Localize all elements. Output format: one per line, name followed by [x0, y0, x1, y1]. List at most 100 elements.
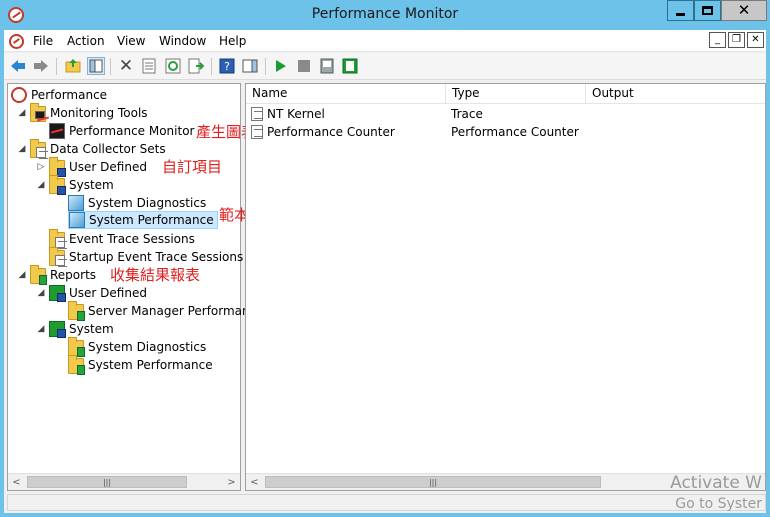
- menu-action[interactable]: Action: [67, 34, 105, 48]
- user-badge-icon: [57, 293, 66, 302]
- collapse-arrow-icon[interactable]: ◢: [36, 288, 46, 298]
- scroll-left-arrow-icon[interactable]: <: [8, 474, 25, 490]
- report-folder-icon: [68, 337, 85, 357]
- performance-counter-icon: [251, 125, 263, 139]
- user-defined-report-icon: [49, 285, 66, 302]
- data-collector-sets-icon: [30, 139, 48, 159]
- tree-item-system-performance[interactable]: System Performance: [68, 211, 218, 229]
- mdi-minimize-button[interactable]: _: [709, 32, 726, 48]
- back-arrow-icon: [11, 60, 25, 72]
- data-collector-set-icon: [68, 195, 84, 211]
- refresh-icon: [165, 58, 181, 74]
- tree-item-data-collector-sets[interactable]: Data Collector Sets: [30, 139, 166, 159]
- minimize-button[interactable]: [667, 0, 694, 21]
- tree-item-system[interactable]: System: [49, 175, 114, 195]
- list-item[interactable]: NT Kernel Trace: [251, 105, 761, 123]
- system-badge-icon: [57, 329, 66, 338]
- tree-item-monitoring-tools[interactable]: Monitoring Tools: [30, 103, 148, 122]
- reports-folder-icon: [30, 265, 47, 285]
- up-folder-button[interactable]: [64, 57, 82, 75]
- collapse-arrow-icon[interactable]: ◢: [17, 270, 27, 280]
- collapse-arrow-icon[interactable]: ◢: [36, 180, 46, 190]
- delete-button[interactable]: ✕: [117, 56, 135, 76]
- tree-item-performance[interactable]: Performance: [11, 86, 107, 104]
- help-button[interactable]: ?: [218, 57, 236, 75]
- column-header-type[interactable]: Type: [446, 84, 586, 104]
- back-button[interactable]: [9, 57, 27, 75]
- startup-trace-folder-icon: [49, 247, 67, 267]
- maximize-button[interactable]: [694, 0, 721, 21]
- help-icon: ?: [219, 58, 235, 74]
- report-badge-icon: [77, 365, 85, 375]
- tree-item-reports-user-defined[interactable]: User Defined: [49, 284, 147, 302]
- tree-item-reports-system[interactable]: System: [49, 320, 114, 338]
- show-console-tree-button[interactable]: [87, 57, 105, 75]
- tree-item-reports-system-diagnostics[interactable]: System Diagnostics: [68, 337, 206, 357]
- menu-help[interactable]: Help: [219, 34, 246, 48]
- forward-arrow-icon: [34, 60, 48, 72]
- save-template-button[interactable]: [318, 57, 336, 75]
- console-tree-icon: [89, 59, 103, 73]
- export-icon: [188, 58, 204, 74]
- scrollbar-thumb[interactable]: |||: [265, 476, 601, 488]
- tree-item-server-manager-performance[interactable]: Server Manager Performanc: [68, 301, 256, 321]
- expand-arrow-icon[interactable]: ▷: [36, 162, 46, 172]
- mdi-window-controls: _ ❐ ✕: [709, 32, 764, 48]
- monitoring-tools-icon: [30, 103, 46, 122]
- title-bar: Performance Monitor ✕: [0, 0, 770, 30]
- tree-item-user-defined[interactable]: User Defined: [49, 157, 147, 177]
- console-tree[interactable]: Performance ◢ Monitoring Tools Performan…: [7, 83, 256, 491]
- menu-file[interactable]: File: [33, 34, 53, 48]
- export-list-button[interactable]: [187, 57, 205, 75]
- properties-button[interactable]: [140, 57, 158, 75]
- performance-monitor-chart-icon: [49, 123, 65, 139]
- latest-report-button[interactable]: [341, 57, 359, 75]
- start-button[interactable]: [272, 57, 290, 75]
- menu-view[interactable]: View: [117, 34, 145, 48]
- collapse-arrow-icon[interactable]: ◢: [17, 144, 27, 154]
- trace-provider-icon: [251, 107, 263, 121]
- report-folder-icon: [68, 355, 85, 375]
- play-icon: [276, 60, 286, 72]
- stop-button[interactable]: [295, 57, 313, 75]
- menu-window[interactable]: Window: [159, 34, 206, 48]
- annotation-collect-reports: 收集結果報表: [110, 266, 201, 284]
- tree-item-system-diagnostics[interactable]: System Diagnostics: [68, 194, 206, 212]
- chart-badge-icon: [35, 111, 45, 119]
- collapse-arrow-icon[interactable]: ◢: [17, 108, 27, 118]
- column-header-name[interactable]: Name: [246, 84, 446, 104]
- column-header-output[interactable]: Output: [586, 84, 765, 104]
- scroll-left-arrow-icon[interactable]: <: [246, 474, 263, 490]
- tree-item-reports[interactable]: Reports: [30, 265, 96, 285]
- tree-item-performance-monitor[interactable]: Performance Monitor: [49, 122, 194, 140]
- refresh-button[interactable]: [164, 57, 182, 75]
- mdi-restore-button[interactable]: ❐: [728, 32, 745, 48]
- mdi-close-button[interactable]: ✕: [747, 32, 764, 48]
- document-badge-icon: [36, 147, 48, 159]
- window-title: Performance Monitor: [311, 6, 459, 22]
- tree-item-event-trace-sessions[interactable]: Event Trace Sessions: [49, 229, 195, 249]
- tree-horizontal-scrollbar[interactable]: < ||| >: [8, 473, 240, 490]
- scrollbar-thumb[interactable]: |||: [27, 476, 187, 488]
- toolbar: ✕ ?: [4, 53, 766, 80]
- show-action-pane-button[interactable]: [241, 57, 259, 75]
- status-bar: [7, 494, 766, 511]
- close-button[interactable]: ✕: [721, 0, 767, 21]
- report-icon: [342, 58, 358, 74]
- list-item[interactable]: Performance Counter Performance Counter: [251, 123, 761, 141]
- folder-up-icon: [65, 59, 81, 73]
- event-trace-folder-icon: [49, 229, 67, 249]
- stop-icon: [298, 60, 310, 72]
- template-icon: [320, 58, 334, 74]
- menu-bar: File Action View Window Help _ ❐ ✕: [4, 30, 766, 52]
- user-defined-folder-icon: [49, 157, 66, 177]
- document-menu-icon[interactable]: [9, 34, 24, 49]
- performance-icon: [11, 87, 27, 103]
- activation-watermark-subtitle: Go to Syster: [675, 496, 762, 512]
- forward-button[interactable]: [32, 57, 50, 75]
- scroll-right-arrow-icon[interactable]: >: [223, 474, 240, 490]
- results-pane[interactable]: Name Type Output NT Kernel Trace Perform…: [245, 83, 766, 491]
- tree-item-reports-system-performance[interactable]: System Performance: [68, 355, 213, 375]
- collapse-arrow-icon[interactable]: ◢: [36, 324, 46, 334]
- minimize-icon: [676, 13, 685, 16]
